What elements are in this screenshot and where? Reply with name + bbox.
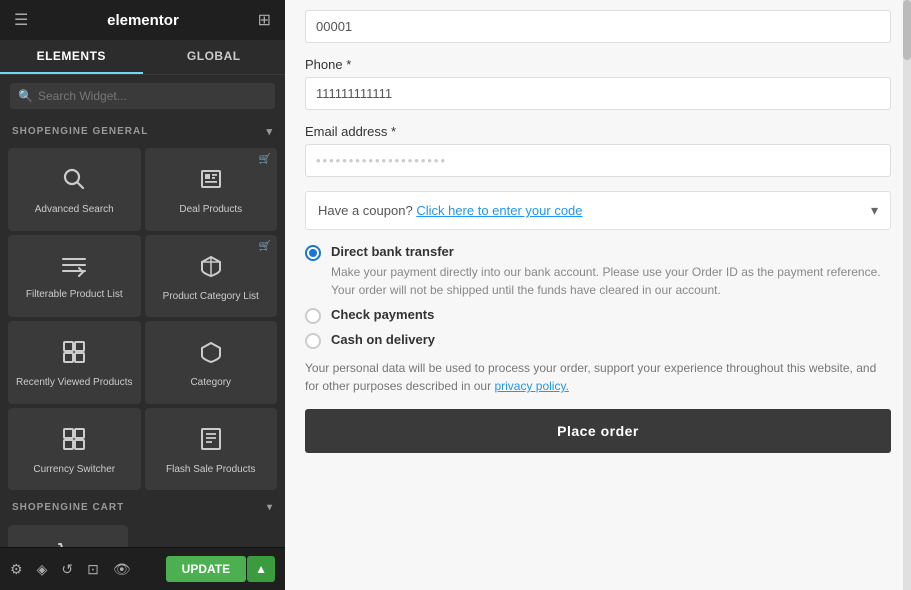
- payment-section: Direct bank transfer Make your payment d…: [305, 244, 891, 349]
- payment-option-check[interactable]: Check payments: [305, 307, 891, 324]
- flash-sale-icon: [200, 426, 222, 458]
- search-input[interactable]: [10, 83, 275, 109]
- radio-check[interactable]: [305, 308, 321, 324]
- place-order-button[interactable]: Place order: [305, 409, 891, 453]
- chevron-down-icon-cart[interactable]: ▾: [267, 502, 273, 513]
- widget-label-flash-sale-products: Flash Sale Products: [166, 463, 256, 476]
- update-arrow-button[interactable]: ▲: [247, 556, 275, 582]
- widget-deal-products[interactable]: 🛒 Deal Products: [145, 148, 278, 231]
- deal-products-icon: [198, 166, 224, 198]
- recently-viewed-icon: [61, 339, 87, 371]
- section-header-shopengine-general: SHOPENGINE GENERAL ▾: [0, 117, 285, 144]
- layers-icon[interactable]: ◈: [37, 561, 48, 578]
- widget-label-category: Category: [190, 376, 231, 389]
- privacy-link[interactable]: privacy policy.: [494, 379, 568, 393]
- scrollbar-track: [903, 0, 911, 590]
- toolbar-icons: ⚙ ◈ ↺ ⊡ 👁: [10, 561, 131, 578]
- payment-label-check: Check payments: [331, 307, 434, 322]
- payment-direct-bank-content: Direct bank transfer Make your payment d…: [331, 244, 891, 299]
- payment-label-direct-bank: Direct bank transfer: [331, 244, 891, 259]
- radio-direct-bank[interactable]: [305, 245, 321, 261]
- tab-global[interactable]: GLOBAL: [143, 40, 286, 74]
- radio-cod[interactable]: [305, 333, 321, 349]
- left-panel: ☰ elementor ⊞ ELEMENTS GLOBAL 🔍 SHOPENGI…: [0, 0, 285, 590]
- top-bar: ☰ elementor ⊞: [0, 0, 285, 40]
- responsive-icon[interactable]: ⊡: [87, 561, 99, 578]
- widgets-grid: Advanced Search 🛒 Deal Products: [0, 144, 285, 494]
- coupon-link[interactable]: Click here to enter your code: [416, 203, 582, 218]
- right-panel: Phone * Email address * Have a coupon? C…: [285, 0, 911, 590]
- grid-icon[interactable]: ⊞: [258, 10, 271, 30]
- payment-desc-direct-bank: Make your payment directly into our bank…: [331, 263, 891, 299]
- coupon-text: Have a coupon? Click here to enter your …: [318, 203, 583, 218]
- widget-flash-sale-products[interactable]: Flash Sale Products: [145, 408, 278, 491]
- bottom-toolbar: ⚙ ◈ ↺ ⊡ 👁 UPDATE ▲: [0, 547, 285, 590]
- order-number-input[interactable]: [305, 10, 891, 43]
- section-label: SHOPENGINE GENERAL: [12, 126, 148, 137]
- payment-cod-content: Cash on delivery: [331, 332, 435, 347]
- search-row: 🔍: [0, 75, 285, 117]
- payment-option-direct-bank[interactable]: Direct bank transfer Make your payment d…: [305, 244, 891, 299]
- widget-label-advanced-search: Advanced Search: [35, 203, 114, 216]
- preview-icon[interactable]: 👁: [113, 561, 131, 578]
- app-title: elementor: [107, 12, 179, 29]
- advanced-search-icon: [61, 166, 87, 198]
- widget-advanced-search[interactable]: Advanced Search: [8, 148, 141, 231]
- coupon-chevron-icon[interactable]: ▾: [871, 202, 878, 219]
- widget-product-category-list[interactable]: 🛒 Product Category List: [145, 235, 278, 318]
- phone-field: Phone *: [305, 57, 891, 110]
- widget-label-recently-viewed: Recently Viewed Products: [16, 376, 133, 389]
- scrollbar-thumb[interactable]: [903, 0, 911, 60]
- email-field: Email address *: [305, 124, 891, 177]
- widget-label-deal-products: Deal Products: [179, 203, 242, 216]
- tabs-row: ELEMENTS GLOBAL: [0, 40, 285, 75]
- phone-input[interactable]: [305, 77, 891, 110]
- widget-label-filterable-product-list: Filterable Product List: [26, 288, 123, 301]
- update-group: UPDATE ▲: [166, 556, 275, 582]
- chevron-down-icon[interactable]: ▾: [266, 125, 273, 138]
- filterable-icon: [61, 255, 87, 283]
- payment-label-cod: Cash on delivery: [331, 332, 435, 347]
- update-button[interactable]: UPDATE: [166, 556, 246, 582]
- payment-option-cod[interactable]: Cash on delivery: [305, 332, 891, 349]
- widget-filterable-product-list[interactable]: Filterable Product List: [8, 235, 141, 318]
- email-input[interactable]: [305, 144, 891, 177]
- tab-elements[interactable]: ELEMENTS: [0, 40, 143, 74]
- search-icon: 🔍: [18, 89, 33, 103]
- widget-currency-switcher[interactable]: Currency Switcher: [8, 408, 141, 491]
- order-number-field: [305, 10, 891, 43]
- currency-switcher-icon: [61, 426, 87, 458]
- payment-check-content: Check payments: [331, 307, 434, 322]
- widget-label-currency-switcher: Currency Switcher: [33, 463, 115, 476]
- email-label: Email address *: [305, 124, 891, 139]
- product-category-icon: [198, 253, 224, 285]
- cart-badge-icon2: 🛒: [259, 241, 271, 252]
- privacy-text: Your personal data will be used to proce…: [305, 359, 891, 395]
- cart-badge-icon: 🛒: [259, 154, 271, 165]
- hamburger-icon[interactable]: ☰: [14, 10, 28, 30]
- category-icon: [198, 339, 224, 371]
- settings-icon[interactable]: ⚙: [10, 561, 23, 578]
- widget-label-product-category-list: Product Category List: [163, 290, 259, 303]
- cart-section-label: SHOPENGINE CART: [12, 502, 124, 513]
- widget-category[interactable]: Category: [145, 321, 278, 404]
- history-icon[interactable]: ↺: [61, 561, 73, 578]
- section-header-shopengine-cart: SHOPENGINE CART ▾: [0, 494, 285, 521]
- coupon-row: Have a coupon? Click here to enter your …: [305, 191, 891, 230]
- widget-recently-viewed[interactable]: Recently Viewed Products: [8, 321, 141, 404]
- phone-label: Phone *: [305, 57, 891, 72]
